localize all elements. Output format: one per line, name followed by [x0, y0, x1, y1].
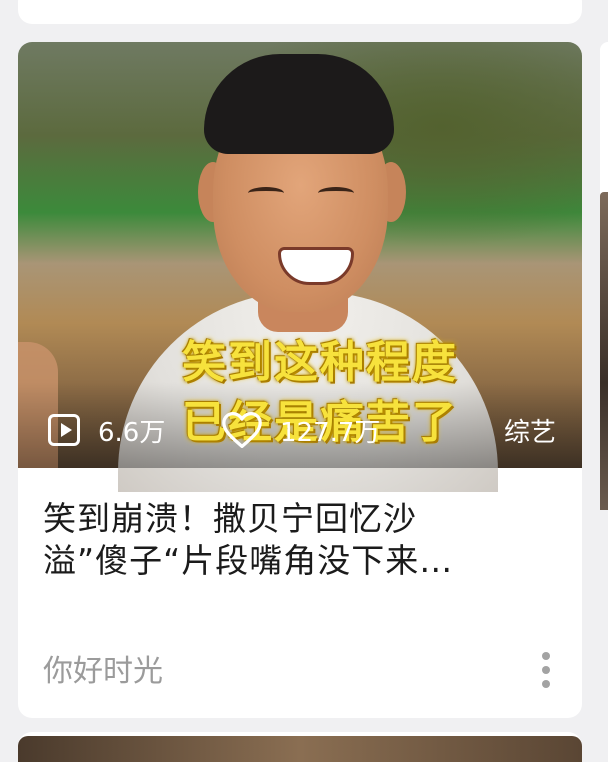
previous-card[interactable] — [18, 0, 582, 24]
like-count-value: 127.7万 — [280, 417, 381, 448]
more-vertical-icon[interactable] — [536, 652, 556, 688]
play-count-value: 6.6万 — [98, 417, 166, 448]
video-title[interactable]: 笑到崩溃！撒贝宁回忆沙 溢”傻子“片段嘴角没下来… — [43, 498, 563, 582]
next-card[interactable] — [18, 732, 582, 762]
video-title-line2: 溢”傻子“片段嘴角没下来… — [43, 541, 454, 580]
video-title-line1: 笑到崩溃！撒贝宁回忆沙 — [43, 499, 417, 538]
video-card[interactable]: 笑到这种程度 已经是痛苦了 6.6万 127.7万 综艺 笑到崩溃！撒贝宁回忆沙… — [18, 42, 582, 718]
play-count-icon — [48, 414, 80, 446]
source-account[interactable]: 你好时光 — [43, 646, 163, 690]
like-count: 127.7万 — [220, 410, 380, 450]
thumbnail-caption-line1: 笑到这种程度 — [182, 337, 458, 388]
heart-icon — [222, 412, 262, 448]
adjacent-card-peek[interactable] — [600, 42, 608, 510]
play-count: 6.6万 — [48, 410, 165, 450]
category-tag: 综艺 — [503, 417, 556, 448]
video-thumbnail[interactable]: 笑到这种程度 已经是痛苦了 6.6万 127.7万 综艺 — [18, 42, 582, 492]
